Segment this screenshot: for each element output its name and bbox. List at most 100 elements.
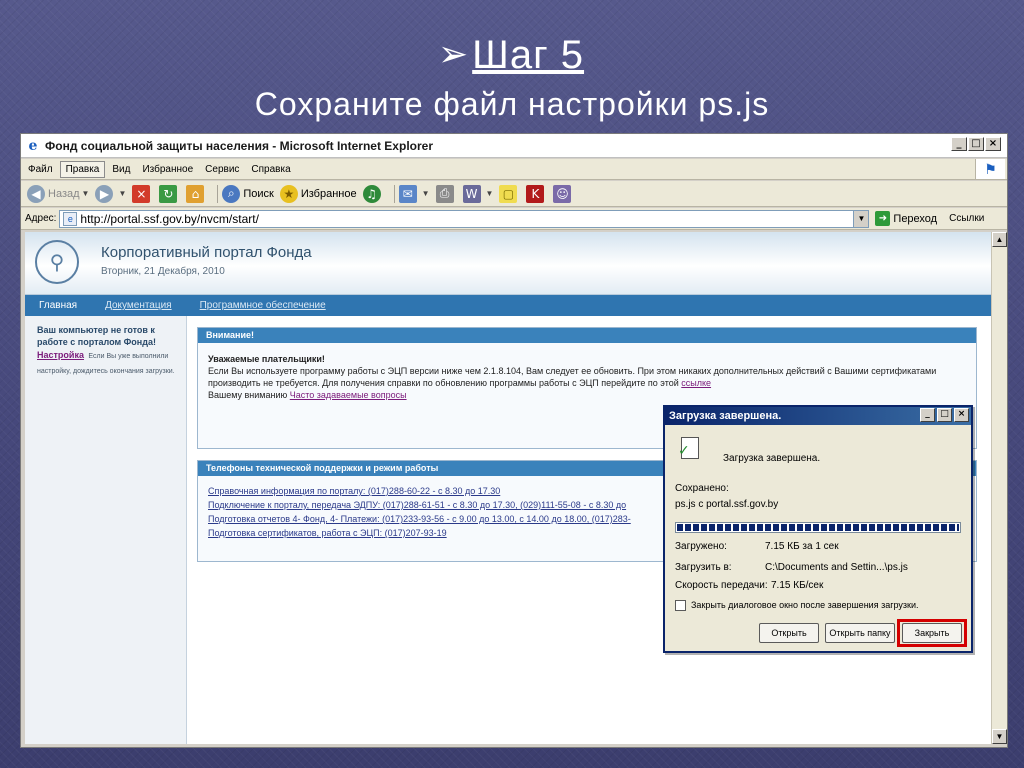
- mail-icon: ✉: [398, 184, 417, 203]
- address-input[interactable]: e http://portal.ssf.gov.by/nvcm/start/ ▼: [59, 209, 870, 228]
- search-button[interactable]: ⌕ Поиск: [222, 184, 274, 203]
- downloaded-label: Загружено:: [675, 541, 727, 552]
- mail-button[interactable]: ✉ ▼: [398, 184, 430, 203]
- vertical-scrollbar[interactable]: ▲ ▼: [991, 232, 1007, 744]
- back-arrow-icon: ◀: [27, 184, 45, 203]
- search-label: Поиск: [243, 187, 274, 200]
- window-controls: _ □ ×: [951, 137, 1001, 151]
- window-titlebar: e Фонд социальной защиты населения - Mic…: [21, 134, 1007, 158]
- back-label: Назад: [48, 187, 80, 200]
- downloaded-value: 7.15 КБ за 1 сек: [765, 541, 839, 552]
- attention-greeting: Уважаемые плательщики!: [208, 354, 325, 364]
- messenger-button[interactable]: ☺: [553, 184, 574, 203]
- nav-documentation[interactable]: Документация: [91, 300, 186, 311]
- step-heading: ➢ Шаг 5: [438, 30, 584, 80]
- chevron-down-icon: ▼: [485, 189, 494, 198]
- menu-tools[interactable]: Сервис: [200, 162, 244, 177]
- close-window-button[interactable]: ×: [985, 137, 1001, 151]
- saved-value: ps.js с portal.ssf.gov.by: [675, 499, 779, 510]
- chevron-down-icon: ▼: [81, 189, 90, 198]
- update-help-link[interactable]: ссылке: [681, 378, 711, 388]
- destination-value: C:\Documents and Settin...\ps.js: [765, 562, 908, 573]
- menu-view[interactable]: Вид: [107, 162, 135, 177]
- portal-header: ⚲ Корпоративный портал Фонда Вторник, 21…: [25, 232, 991, 295]
- speed-label: Скорость передачи:: [675, 580, 768, 591]
- links-button[interactable]: Ссылки: [949, 213, 984, 224]
- refresh-button[interactable]: ↻: [159, 184, 180, 203]
- toolbar-separator: [217, 184, 219, 203]
- menu-edit[interactable]: Правка: [59, 160, 106, 178]
- address-url: http://portal.ssf.gov.by/nvcm/start/: [80, 211, 259, 226]
- nav-software[interactable]: Программное обеспечение: [186, 300, 340, 311]
- k-icon: K: [526, 184, 545, 203]
- progress-fill: [677, 524, 959, 531]
- go-arrow-icon: ➜: [875, 211, 891, 226]
- menu-bar: Файл Правка Вид Избранное Сервис Справка…: [21, 159, 1007, 180]
- dialog-title: Загрузка завершена.: [669, 410, 782, 422]
- go-button[interactable]: ➜ Переход: [875, 211, 937, 226]
- toolbar-separator: [393, 184, 395, 203]
- search-icon: ⌕: [222, 184, 241, 203]
- sidebar-warning: Ваш компьютер не готов к работе с портал…: [37, 325, 156, 347]
- favorites-label: Избранное: [300, 187, 357, 200]
- left-sidebar: Ваш компьютер не готов к работе с портал…: [25, 316, 187, 744]
- dialog-window-controls: _ □ ×: [920, 408, 969, 422]
- window-title: Фонд социальной защиты населения - Micro…: [45, 138, 433, 153]
- home-icon: ⌂: [186, 184, 205, 203]
- maximize-button[interactable]: □: [968, 137, 984, 151]
- arrow-bullet-icon: ➢: [438, 34, 469, 75]
- media-button[interactable]: ♫: [362, 184, 384, 203]
- print-button[interactable]: ⎙: [435, 184, 457, 203]
- portal-title: Корпоративный портал Фонда: [101, 244, 312, 261]
- close-after-download-checkbox[interactable]: [675, 600, 686, 611]
- setup-link[interactable]: Настройка: [37, 350, 84, 360]
- slide-header: ➢ Шаг 5 Сохраните файл настройки ps.js: [0, 0, 1024, 130]
- address-dropdown-button[interactable]: ▼: [853, 210, 869, 227]
- speed-value: 7.15 КБ/сек: [771, 580, 824, 591]
- dialog-maximize-button[interactable]: □: [937, 408, 952, 422]
- home-button[interactable]: ⌂: [186, 184, 207, 203]
- dialog-minimize-button[interactable]: _: [920, 408, 935, 422]
- refresh-icon: ↻: [159, 184, 178, 203]
- go-label: Переход: [893, 212, 938, 225]
- portal-nav: Главная Документация Программное обеспеч…: [25, 295, 991, 316]
- menu-favorites[interactable]: Избранное: [137, 162, 198, 177]
- menu-help[interactable]: Справка: [246, 162, 295, 177]
- address-label: Адрес:: [25, 213, 57, 224]
- notes-button[interactable]: ▢: [499, 184, 520, 203]
- open-button[interactable]: Открыть: [759, 623, 819, 643]
- close-after-download-label: Закрыть диалоговое окно после завершения…: [691, 600, 919, 610]
- stop-icon: ×: [132, 184, 151, 203]
- chevron-down-icon: ▼: [118, 189, 127, 198]
- stop-button[interactable]: ×: [132, 184, 153, 203]
- attention-text-2: Вашему вниманию: [208, 390, 288, 400]
- menu-file[interactable]: Файл: [23, 162, 58, 177]
- print-icon: ⎙: [435, 184, 454, 203]
- saved-label: Сохранено:: [675, 483, 729, 494]
- dialog-titlebar: Загрузка завершена. _ □ ×: [665, 407, 971, 425]
- back-button[interactable]: ◀ Назад ▼: [27, 184, 90, 203]
- edit-icon: W: [462, 184, 481, 203]
- portal-date: Вторник, 21 Декабря, 2010: [101, 266, 225, 277]
- attention-text: Если Вы используете программу работы с Э…: [208, 366, 937, 388]
- notes-icon: ▢: [499, 184, 518, 203]
- minimize-button[interactable]: _: [951, 137, 967, 151]
- dialog-close-x-button[interactable]: ×: [954, 408, 969, 422]
- messenger-icon: ☺: [553, 184, 572, 203]
- favorites-button[interactable]: ★ Избранное: [279, 184, 357, 203]
- ie-logo-icon: e: [28, 137, 38, 154]
- scroll-down-button[interactable]: ▼: [992, 729, 1007, 744]
- windows-flag-icon: ⚑: [975, 159, 1005, 179]
- download-dialog: Загрузка завершена. _ □ × ✓ Загрузка зав…: [663, 405, 973, 653]
- faq-link[interactable]: Часто задаваемые вопросы: [290, 390, 407, 400]
- open-folder-button[interactable]: Открыть папку: [825, 623, 895, 643]
- nav-home[interactable]: Главная: [25, 300, 91, 311]
- attention-panel-title: Внимание!: [198, 328, 976, 343]
- edit-button[interactable]: W ▼: [462, 184, 494, 203]
- favorites-star-icon: ★: [279, 184, 298, 203]
- k-button[interactable]: K: [526, 184, 547, 203]
- scroll-up-button[interactable]: ▲: [992, 232, 1007, 247]
- portal-logo-icon: ⚲: [35, 240, 79, 284]
- forward-button[interactable]: ▶ ▼: [95, 184, 127, 203]
- slide-subtitle: Сохраните файл настройки ps.js: [254, 86, 770, 122]
